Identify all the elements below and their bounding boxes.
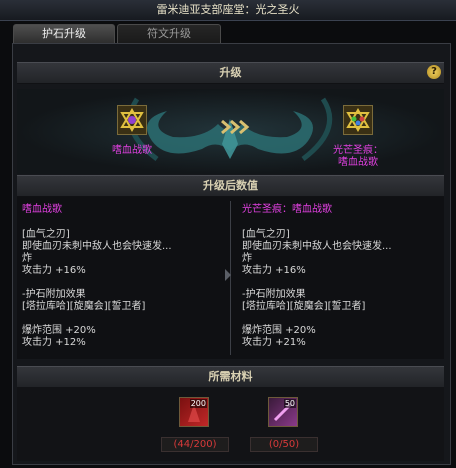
stat-line: [塔拉库哈][旋魔会][誓卫者] bbox=[22, 301, 146, 312]
window-title: 雷米迪亚支部座堂：光之圣火 bbox=[0, 0, 456, 21]
material-requirement: (0/50) bbox=[250, 437, 318, 452]
material-crystal-icon[interactable]: 200 bbox=[179, 397, 209, 427]
upgraded-charm-name: 光芒圣痕：嗜血战歌 bbox=[242, 204, 332, 215]
upgrade-header-label: 升级 bbox=[219, 66, 242, 79]
upgraded-stats: 光芒圣痕：嗜血战歌 [血气之刃] 即使血刃未刺中敌人也会快速发... 炸 攻击力… bbox=[242, 203, 442, 349]
target-charm-icon[interactable] bbox=[343, 105, 373, 135]
materials-area: 200 (44/200) 50 (0/50) bbox=[17, 387, 444, 461]
stat-line: 攻击力 +12% bbox=[22, 337, 86, 348]
help-icon[interactable]: ? bbox=[427, 65, 441, 79]
upgrade-banner: 嗜血战歌 光芒圣痕： 嗜血战歌 bbox=[17, 89, 444, 174]
material-stack-count: 50 bbox=[283, 399, 296, 408]
stat-line: 即使血刃未刺中敌人也会快速发... bbox=[22, 241, 172, 252]
stat-line: 爆炸范围 +20% bbox=[242, 325, 316, 336]
material-stack-count: 200 bbox=[189, 399, 207, 408]
target-charm-name-line2: 嗜血战歌 bbox=[338, 157, 378, 168]
stat-line: 炸 bbox=[242, 253, 252, 264]
source-charm-icon[interactable] bbox=[117, 105, 147, 135]
material-shard-icon[interactable]: 50 bbox=[268, 397, 298, 427]
stat-line: 爆炸范围 +20% bbox=[22, 325, 96, 336]
tab-charm-upgrade[interactable]: 护石升级 bbox=[13, 24, 115, 43]
stat-line: 炸 bbox=[22, 253, 32, 264]
current-stats: 嗜血战歌 [血气之刃] 即使血刃未刺中敌人也会快速发... 炸 攻击力 +16%… bbox=[22, 203, 222, 349]
stat-line: [塔拉库哈][旋魔会][誓卫者] bbox=[242, 301, 366, 312]
current-charm-name: 嗜血战歌 bbox=[22, 204, 62, 215]
source-charm-name: 嗜血战歌 bbox=[112, 145, 152, 156]
upgrade-header: 升级 ? bbox=[17, 62, 444, 84]
tab-bar: 护石升级 符文升级 bbox=[0, 21, 456, 43]
stat-line: 攻击力 +16% bbox=[22, 265, 86, 276]
tab-rune-upgrade[interactable]: 符文升级 bbox=[117, 24, 221, 43]
stat-line: -护石附加效果 bbox=[242, 289, 306, 300]
materials-header: 所需材料 bbox=[17, 366, 444, 388]
stat-line: -护石附加效果 bbox=[22, 289, 86, 300]
material-requirement: (44/200) bbox=[161, 437, 229, 452]
stat-line: 攻击力 +16% bbox=[242, 265, 306, 276]
chevron-right-icon bbox=[225, 269, 231, 281]
upgrade-panel: 升级 ? 嗜血战歌 光芒圣痕： 嗜血战歌 升级后数值 嗜血战歌 [血气之刃] 即… bbox=[12, 43, 451, 465]
stat-line: [血气之刃] bbox=[22, 229, 70, 240]
stat-comparison: 嗜血战歌 [血气之刃] 即使血刃未刺中敌人也会快速发... 炸 攻击力 +16%… bbox=[17, 197, 444, 359]
stat-line: [血气之刃] bbox=[242, 229, 290, 240]
stat-line: 即使血刃未刺中敌人也会快速发... bbox=[242, 241, 392, 252]
stat-line: 攻击力 +21% bbox=[242, 337, 306, 348]
after-header: 升级后数值 bbox=[17, 175, 444, 197]
